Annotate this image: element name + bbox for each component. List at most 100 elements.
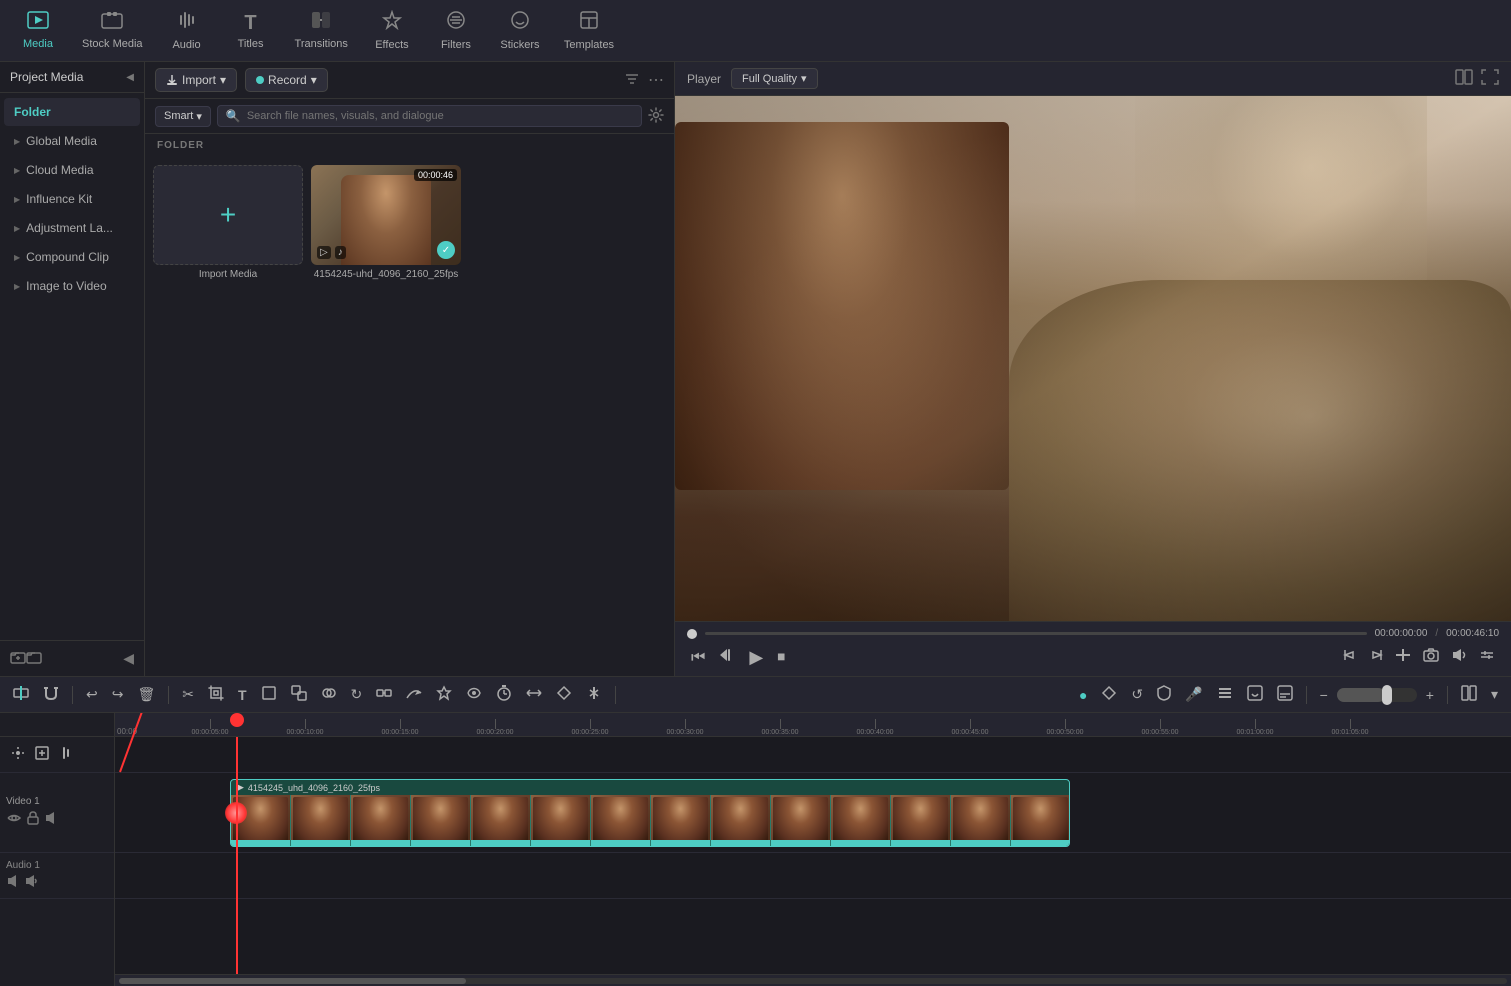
- select-button[interactable]: [256, 683, 282, 706]
- audio-button[interactable]: [1447, 646, 1471, 669]
- zoom-in-button[interactable]: +: [1421, 685, 1439, 705]
- sidebar-item-global-media[interactable]: ▶ Global Media: [4, 127, 140, 155]
- zoom-thumb[interactable]: [1382, 685, 1392, 705]
- text-button[interactable]: T: [233, 685, 252, 705]
- scrollbar-thumb[interactable]: [119, 978, 466, 984]
- video-track-eye-button[interactable]: [6, 812, 22, 827]
- resize-button[interactable]: [521, 683, 547, 706]
- group-button[interactable]: [371, 683, 397, 706]
- folder-icon[interactable]: [26, 649, 42, 668]
- audio-track-mute-button[interactable]: [6, 874, 20, 891]
- import-icon: [166, 74, 178, 86]
- media-settings-icon[interactable]: [648, 107, 664, 126]
- sidebar-item-cloud-media[interactable]: ▶ Cloud Media: [4, 156, 140, 184]
- blend-button[interactable]: [316, 683, 342, 706]
- fullscreen-icon[interactable]: [1481, 69, 1499, 88]
- seek-track[interactable]: [705, 632, 1367, 635]
- sidebar-collapse-icon[interactable]: ◀: [126, 72, 134, 83]
- play-button[interactable]: ▶: [745, 645, 767, 670]
- add-folder-icon[interactable]: [10, 649, 26, 668]
- multiselect-button[interactable]: [286, 683, 312, 706]
- motion-button[interactable]: [461, 683, 487, 706]
- redo-button[interactable]: ↪: [107, 684, 129, 705]
- toolbar-titles[interactable]: T Titles: [221, 6, 281, 56]
- timeline-scrollbar: [115, 974, 1511, 986]
- toolbar-stock-media[interactable]: Stock Media: [72, 5, 153, 56]
- toolbar-effects[interactable]: Effects: [362, 4, 422, 57]
- stop-button[interactable]: ⏹: [773, 647, 789, 669]
- import-media-thumb[interactable]: +: [153, 165, 303, 265]
- seek-dot[interactable]: [687, 629, 697, 639]
- sidebar-item-image-to-video[interactable]: ▶ Image to Video: [4, 272, 140, 300]
- more-options-icon[interactable]: ⋯: [648, 70, 664, 90]
- audio-track-volume-button[interactable]: [24, 874, 38, 891]
- add-track-link-button[interactable]: [6, 744, 30, 765]
- scrollbar-track[interactable]: [119, 978, 1507, 984]
- more-tl-button[interactable]: ▾: [1486, 684, 1503, 705]
- record-button[interactable]: Record ▾: [245, 68, 328, 92]
- sticker-tl-button[interactable]: [1242, 683, 1268, 706]
- snapshot-button[interactable]: [1419, 646, 1443, 669]
- layout-tl-button[interactable]: [1456, 683, 1482, 706]
- add-audio-track-button[interactable]: [54, 744, 78, 765]
- keyframe-button[interactable]: [1096, 683, 1122, 706]
- import-button[interactable]: Import ▾: [155, 68, 237, 92]
- ruler-mark-10s: 00:00:10:00: [305, 719, 342, 736]
- record-tl-button[interactable]: ●: [1074, 685, 1092, 705]
- sidebar-item-influence-kit[interactable]: ▶ Influence Kit: [4, 185, 140, 213]
- subtitle-button[interactable]: [1272, 683, 1298, 706]
- toolbar-filters[interactable]: Filters: [426, 4, 486, 57]
- ripple-button[interactable]: [581, 683, 607, 706]
- rewind-button[interactable]: ⏮: [687, 647, 709, 669]
- toolbar-media[interactable]: Media: [8, 5, 68, 56]
- sidebar-item-compound-clip[interactable]: ▶ Compound Clip: [4, 243, 140, 271]
- tracks-button[interactable]: [1212, 683, 1238, 706]
- undo-button[interactable]: ↩: [81, 684, 103, 705]
- add-track-area: [0, 737, 114, 773]
- toolbar-transitions[interactable]: Transitions: [285, 5, 358, 56]
- search-input[interactable]: [247, 110, 633, 122]
- video-media-item[interactable]: 00:00:46 ▷ ♪ ✓ 4154245-uhd_4096_2160_25f…: [311, 165, 461, 280]
- cut-button[interactable]: ✂: [177, 684, 199, 705]
- speed-button[interactable]: [401, 683, 427, 706]
- video-clip[interactable]: ▶ 4154245_uhd_4096_2160_25fps: [230, 779, 1070, 847]
- magnet-button[interactable]: [38, 683, 64, 706]
- mask-button[interactable]: [551, 683, 577, 706]
- tl-right-controls: ● ↺ 🎤 − +: [1074, 683, 1503, 706]
- mark-out-button[interactable]: [1365, 646, 1387, 669]
- global-media-label: Global Media: [26, 134, 97, 148]
- add-video-track-button[interactable]: [30, 744, 54, 765]
- loop-button[interactable]: ↺: [1126, 684, 1148, 705]
- sidebar-item-adjustment[interactable]: ▶ Adjustment La...: [4, 214, 140, 242]
- quality-select[interactable]: Full Quality ▾: [731, 68, 818, 89]
- layout-icon[interactable]: [1455, 69, 1473, 88]
- video-track-lock-button[interactable]: [26, 810, 40, 829]
- rotate-button[interactable]: ↻: [346, 684, 368, 705]
- step-back-button[interactable]: [715, 646, 739, 669]
- crop-button[interactable]: [203, 683, 229, 706]
- toolbar-audio[interactable]: Audio: [157, 4, 217, 57]
- zoom-out-button[interactable]: −: [1315, 685, 1333, 705]
- timeline-ruler: 00:00 00:00:05:00 00:00:10:00 00:00:15:0…: [115, 713, 1511, 737]
- voice-button[interactable]: 🎤: [1180, 684, 1207, 705]
- mark-in-button[interactable]: [1339, 646, 1361, 669]
- toolbar-templates[interactable]: Templates: [554, 4, 624, 57]
- import-media-item[interactable]: + Import Media: [153, 165, 303, 280]
- add-to-timeline-button[interactable]: [1391, 646, 1415, 669]
- video-track-audio-button[interactable]: [44, 811, 58, 828]
- smart-button[interactable]: Smart ▾: [155, 106, 211, 127]
- delete-button[interactable]: 🗑: [132, 684, 160, 705]
- sidebar-item-folder[interactable]: Folder: [4, 98, 140, 126]
- toolbar-stickers[interactable]: Stickers: [490, 4, 550, 57]
- settings-player-button[interactable]: [1475, 646, 1499, 669]
- collapse-sidebar-icon[interactable]: ◀: [123, 650, 134, 667]
- timer-button[interactable]: [491, 683, 517, 706]
- shield-button[interactable]: [1152, 683, 1176, 706]
- timeline-content[interactable]: 00:00 00:00:05:00 00:00:10:00 00:00:15:0…: [115, 713, 1511, 986]
- playhead-head[interactable]: [230, 713, 244, 727]
- toolbar-audio-label: Audio: [172, 39, 200, 51]
- effects-timeline-button[interactable]: [431, 683, 457, 706]
- zoom-slider[interactable]: [1337, 688, 1417, 702]
- snap-button[interactable]: [8, 683, 34, 706]
- filter-icon[interactable]: [624, 71, 640, 90]
